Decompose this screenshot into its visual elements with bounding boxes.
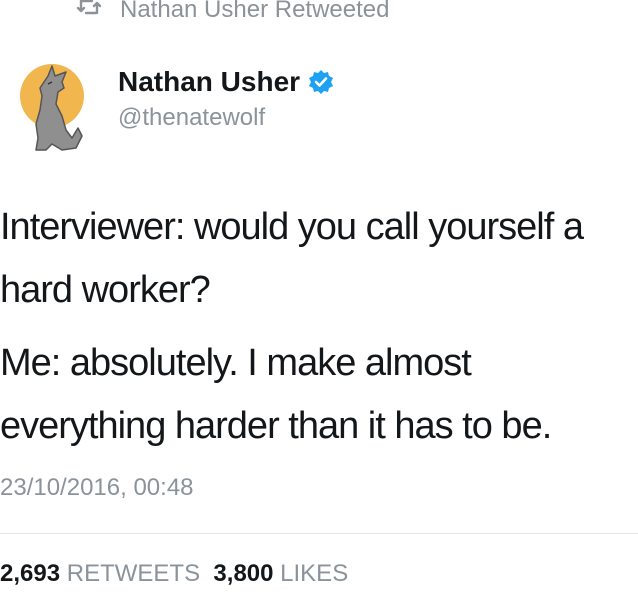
- tweet-line: Me: absolutely. I make almost everything…: [0, 342, 552, 447]
- tweet-timestamp[interactable]: 23/10/2016, 00:48: [0, 474, 194, 502]
- retweet-banner[interactable]: Nathan Usher Retweeted: [76, 0, 389, 24]
- author-display-name[interactable]: Nathan Usher: [118, 66, 300, 98]
- retweet-banner-text: Nathan Usher Retweeted: [120, 0, 390, 23]
- tweet-text: Interviewer: would you call yourself a h…: [0, 196, 638, 468]
- author-name-row[interactable]: Nathan Usher: [118, 66, 334, 98]
- divider: [0, 533, 638, 534]
- tweet-line: Interviewer: would you call yourself a h…: [0, 206, 584, 311]
- tweet-stats: 2,693 RETWEETS 3,800 LIKES: [0, 560, 348, 588]
- avatar[interactable]: [12, 58, 106, 152]
- likes-count[interactable]: 3,800: [213, 560, 273, 588]
- retweets-count[interactable]: 2,693: [0, 560, 60, 588]
- retweets-label[interactable]: RETWEETS: [67, 560, 200, 588]
- author-block: Nathan Usher @thenatewolf: [118, 66, 334, 132]
- author-handle[interactable]: @thenatewolf: [118, 104, 334, 132]
- likes-label[interactable]: LIKES: [280, 560, 348, 588]
- verified-badge-icon: [308, 69, 334, 95]
- retweet-icon: [76, 0, 102, 24]
